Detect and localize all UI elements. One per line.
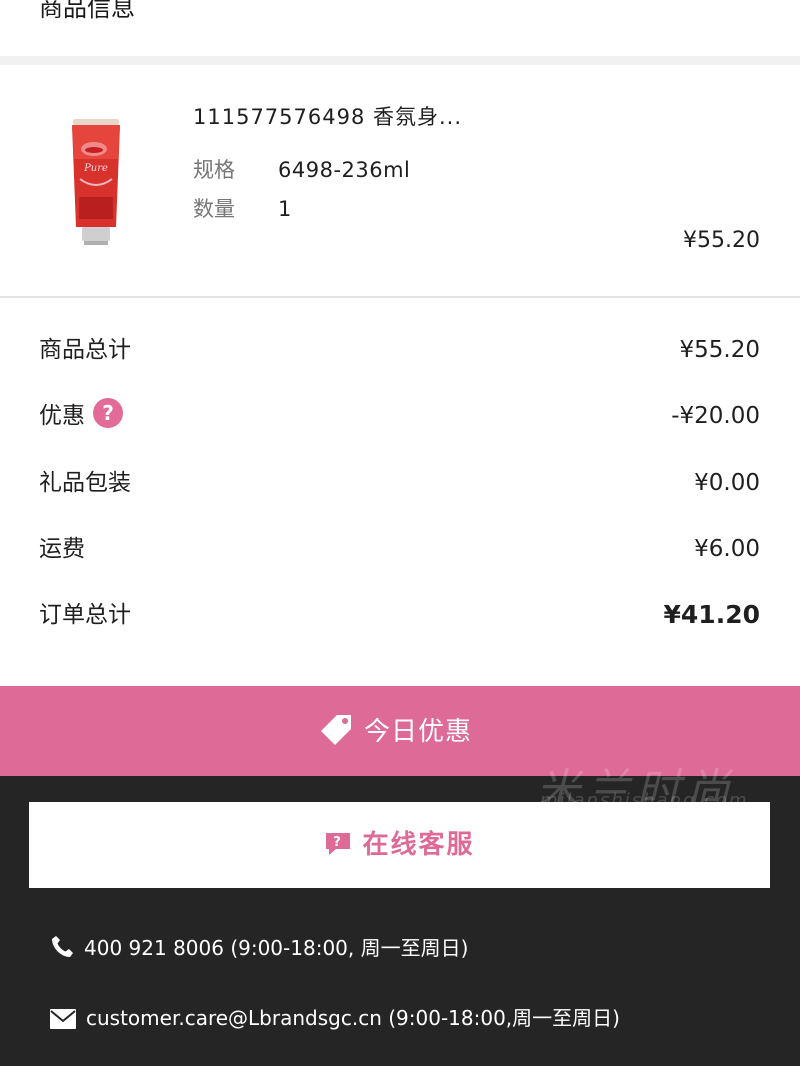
product-price: ¥55.20: [683, 228, 760, 253]
svg-text:?: ?: [334, 835, 344, 850]
today-deals-label: 今日优惠: [364, 717, 473, 747]
subtotal-amount: ¥55.20: [679, 337, 760, 363]
email-contact[interactable]: customer.care@Lbrandsgc.cn (9:00-18:00,周…: [50, 1002, 620, 1031]
order-total-row: 订单总计 ¥41.20: [39, 595, 760, 635]
section-title: 商品信息: [39, 0, 135, 22]
spec-value: 6498-236ml: [278, 158, 411, 182]
quantity-value: 1: [278, 197, 292, 221]
quantity-row: 数量 1: [193, 193, 292, 223]
subtotal-row: 商品总计 ¥55.20: [39, 330, 760, 370]
phone-icon: [52, 936, 73, 957]
discount-row: 优惠? -¥20.00: [39, 396, 760, 436]
today-deals-content: 今日优惠: [318, 712, 472, 750]
tag-icon: [321, 715, 351, 745]
online-service-label: 在线客服: [362, 830, 475, 860]
shipping-row: 运费 ¥6.00: [39, 529, 760, 569]
gift-wrap-amount: ¥0.00: [694, 470, 760, 496]
discount-amount: -¥20.00: [671, 403, 760, 429]
discount-label: 优惠: [39, 403, 85, 429]
gift-wrap-label: 礼品包装: [39, 470, 131, 496]
lotion-tube-image: Pure: [72, 119, 120, 245]
phone-text: 400 921 8006 (9:00-18:00, 周一至周日): [84, 936, 469, 960]
spec-row: 规格 6498-236ml: [193, 154, 410, 184]
subtotal-label: 商品总计: [39, 337, 131, 363]
spec-label: 规格: [193, 158, 235, 182]
online-service-button[interactable]: ? 在线客服: [29, 802, 770, 888]
phone-contact[interactable]: 400 921 8006 (9:00-18:00, 周一至周日): [50, 932, 468, 961]
section-header: 商品信息: [0, 0, 800, 56]
divider: [0, 296, 800, 298]
shipping-label: 运费: [39, 536, 85, 562]
chat-question-icon: ?: [326, 833, 351, 855]
product-card[interactable]: Pure 111577576498 香氛身... 规格 6498-236ml 数量…: [0, 65, 800, 296]
discount-label-group: 优惠?: [39, 396, 123, 436]
gift-wrap-row: 礼品包装 ¥0.00: [39, 463, 760, 503]
quantity-label: 数量: [193, 197, 235, 221]
svg-text:Pure: Pure: [83, 163, 108, 174]
mail-icon: [50, 1009, 76, 1029]
product-name[interactable]: 111577576498 香氛身...: [193, 101, 462, 131]
order-total-label: 订单总计: [39, 602, 131, 628]
section-separator: [0, 56, 800, 65]
order-total-amount: ¥41.20: [663, 600, 760, 629]
shipping-amount: ¥6.00: [694, 536, 760, 562]
email-text: customer.care@Lbrandsgc.cn (9:00-18:00,周…: [86, 1006, 620, 1030]
footer: 米兰时尚 milanshishang.com ? 在线客服 400 921 80…: [0, 765, 800, 1066]
help-icon[interactable]: ?: [93, 398, 123, 428]
